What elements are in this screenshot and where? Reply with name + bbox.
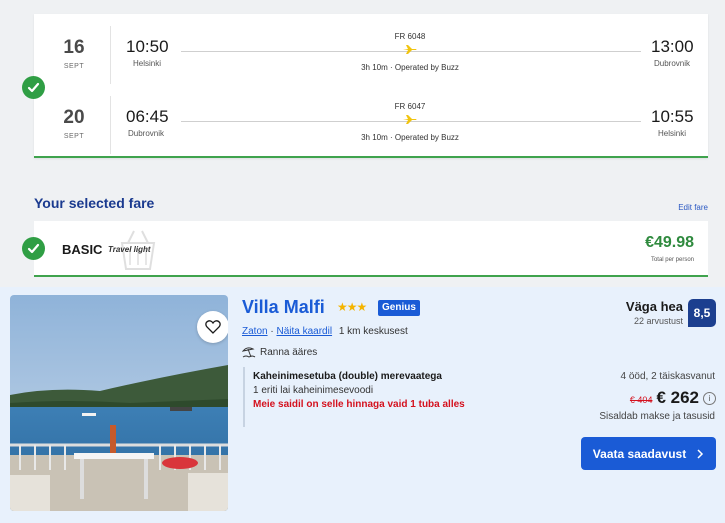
- bed-info: 1 eriti lai kaheinimesevoodi: [253, 385, 374, 396]
- flight-number: FR 6047: [394, 102, 426, 111]
- fare-name: BASIC: [62, 242, 103, 257]
- leg-month: SEPT: [63, 63, 85, 70]
- leg-date: 20 SEPT: [54, 107, 94, 140]
- review-score-badge: 8,5: [688, 299, 716, 327]
- review-count: 22 arvustust: [633, 316, 683, 326]
- tax-note: Sisaldab makse ja tasusid: [599, 411, 715, 422]
- arrive-time: 13:00: [651, 37, 694, 56]
- beach-umbrella-icon: [242, 347, 256, 358]
- flight-duration: 3h 10m · Operated by Buzz: [361, 63, 459, 72]
- depart-city: Dubrovnik: [128, 129, 165, 138]
- leg-month: SEPT: [63, 133, 85, 140]
- room-details: Kaheinimesetuba (double) merevaatega 1 e…: [243, 367, 523, 427]
- old-price: € 404: [629, 395, 653, 405]
- hotel-name-link[interactable]: Villa Malfi: [242, 297, 325, 318]
- edit-fare-link[interactable]: Edit fare: [678, 203, 708, 212]
- flight-number: FR 6048: [394, 32, 426, 41]
- leg-day: 20: [63, 107, 85, 128]
- room-type: Kaheinimesetuba (double) merevaatega: [253, 371, 442, 382]
- location-link[interactable]: Zaton: [242, 326, 268, 337]
- fare-price-note: Total per person: [650, 257, 694, 263]
- flight-leg-return: 20 SEPT 06:45 Dubrovnik FR 6047 3h 10m ·…: [34, 92, 708, 162]
- price-row: € 404 € 262 i: [630, 388, 716, 408]
- show-on-map-link[interactable]: Näita kaardil: [276, 326, 332, 337]
- divider: [110, 26, 111, 84]
- hotel-photo[interactable]: [10, 295, 228, 511]
- plane-icon: [403, 115, 417, 124]
- arrive-city: Helsinki: [658, 129, 687, 138]
- depart-time: 10:50: [126, 37, 169, 56]
- current-price: € 262: [656, 388, 699, 407]
- hotel-photo-image: [10, 295, 228, 511]
- check-icon: [22, 237, 45, 260]
- review-word: Väga hea: [625, 299, 683, 314]
- depart-city: Helsinki: [133, 59, 162, 68]
- fare-card[interactable]: BASIC Travel light €49.98 Total per pers…: [22, 221, 708, 277]
- flight-leg-outbound: 16 SEPT 10:50 Helsinki FR 6048 3h 10m · …: [34, 22, 708, 92]
- see-availability-button[interactable]: Vaata saadavust: [581, 437, 716, 470]
- beach-text: Ranna ääres: [260, 346, 318, 358]
- see-availability-label: Vaata saadavust: [592, 446, 687, 461]
- fare-heading: Your selected fare: [34, 195, 155, 211]
- hotel-card: Villa Malfi ★★★ Genius Zaton · Näita kaa…: [0, 287, 725, 523]
- distance-text: 1 km keskusest: [338, 326, 408, 337]
- flights-card: 16 SEPT 10:50 Helsinki FR 6048 3h 10m · …: [22, 14, 708, 158]
- availability-warning: Meie saidil on selle hinnaga vaid 1 tuba…: [253, 399, 465, 410]
- leg-date: 16 SEPT: [54, 37, 94, 70]
- fare-price: €49.98: [645, 234, 694, 251]
- star-rating-icon: ★★★: [337, 300, 367, 314]
- leg-day: 16: [63, 37, 85, 58]
- plane-icon: [403, 45, 417, 54]
- stay-info: 4 ööd, 2 täiskasvanut: [620, 371, 715, 382]
- flight-duration: 3h 10m · Operated by Buzz: [361, 133, 459, 142]
- chevron-right-icon: [697, 448, 704, 459]
- location-row: Zaton · Näita kaardil 1 km keskusest: [242, 326, 408, 337]
- heart-icon: [205, 320, 221, 334]
- info-icon[interactable]: i: [703, 391, 716, 405]
- depart-time: 06:45: [126, 107, 169, 126]
- arrive-city: Dubrovnik: [654, 59, 691, 68]
- genius-badge: Genius: [378, 300, 420, 316]
- favorite-button[interactable]: [197, 311, 228, 343]
- arrive-time: 10:55: [651, 107, 694, 126]
- fare-subtitle: Travel light: [108, 245, 151, 254]
- divider: [110, 96, 111, 154]
- beach-row: Ranna ääres: [242, 346, 317, 358]
